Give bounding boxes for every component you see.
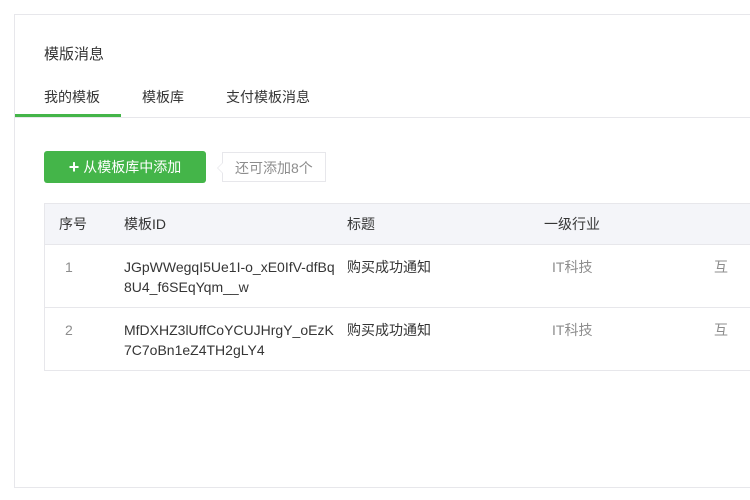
row-template-id: JGpWWegqI5Ue1I-o_xE0IfV-dfBq8U4_f6SEqYqm… [124, 259, 335, 295]
remaining-quota-tip: 还可添加8个 [217, 152, 326, 182]
header-index: 序号 [59, 216, 87, 232]
add-from-library-button[interactable]: + 从模板库中添加 [44, 151, 206, 183]
header-sub-industry [714, 204, 750, 244]
tab-template-library[interactable]: 模板库 [121, 77, 205, 117]
tab-my-templates[interactable]: 我的模板 [15, 77, 121, 117]
table-header: 序号 模板ID 标题 一级行业 [45, 204, 750, 245]
page-title: 模版消息 [44, 46, 105, 63]
row-sub-industry: 互 [714, 259, 728, 275]
row-industry: IT科技 [552, 322, 593, 338]
header-title: 标题 [347, 216, 375, 232]
row-index: 1 [65, 259, 73, 275]
row-industry: IT科技 [552, 259, 593, 275]
table-row: 2 MfDXHZ3lUffCoYCUJHrgY_oEzK7C7oBn1eZ4TH… [45, 308, 750, 370]
row-title: 购买成功通知 [347, 322, 431, 338]
tab-bar: 我的模板 模板库 支付模板消息 [15, 77, 750, 118]
row-title: 购买成功通知 [347, 259, 431, 275]
header-industry: 一级行业 [544, 216, 600, 232]
plus-icon: + [68, 157, 80, 177]
template-table: 序号 模板ID 标题 一级行业 1 JGpWWegqI5Ue1I-o_xE0If… [44, 203, 750, 371]
row-sub-industry: 互 [714, 322, 728, 338]
row-index: 2 [65, 322, 73, 338]
header-template-id: 模板ID [124, 216, 166, 232]
main-panel: 模版消息 我的模板 模板库 支付模板消息 + 从模板库中添加 还可添加8个 序号… [14, 14, 750, 488]
table-row: 1 JGpWWegqI5Ue1I-o_xE0IfV-dfBq8U4_f6SEqY… [45, 245, 750, 308]
tab-payment-templates[interactable]: 支付模板消息 [205, 77, 331, 117]
add-button-label: 从模板库中添加 [83, 159, 182, 175]
row-template-id: MfDXHZ3lUffCoYCUJHrgY_oEzK7C7oBn1eZ4TH2g… [124, 322, 334, 358]
